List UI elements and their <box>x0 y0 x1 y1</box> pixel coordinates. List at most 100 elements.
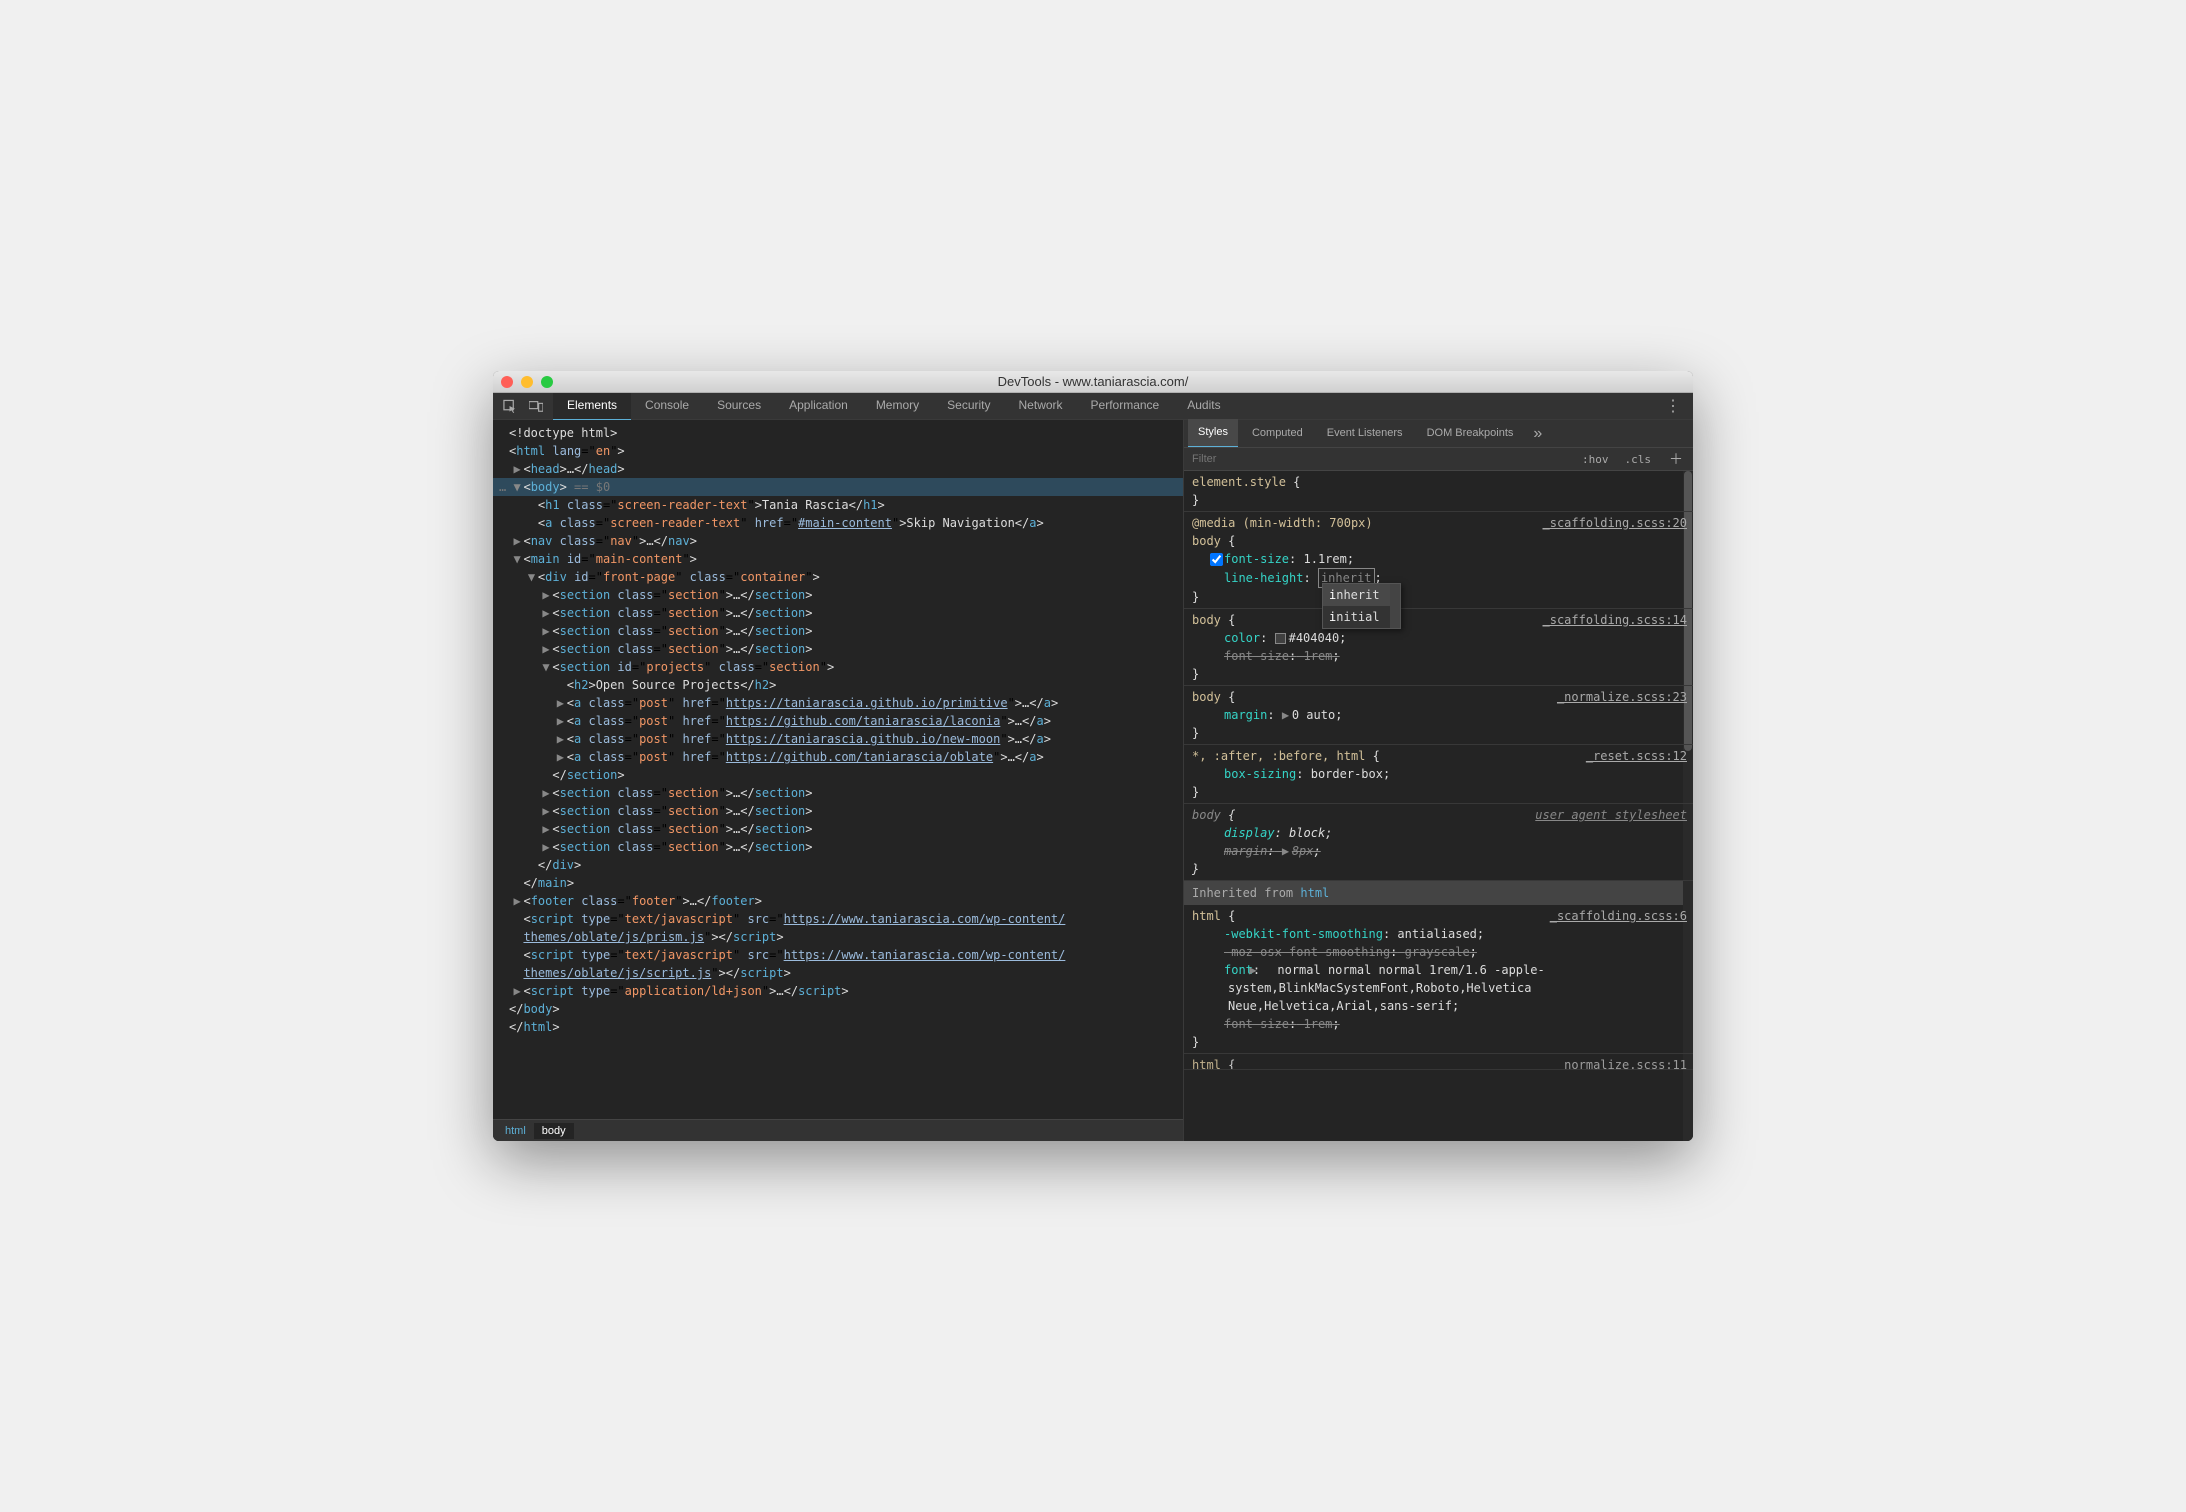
source-link[interactable]: _scaffolding.scss:6 <box>1550 907 1687 925</box>
color-swatch-icon[interactable] <box>1275 633 1286 644</box>
dom-line[interactable]: … ▼<body> == $0 <box>493 478 1183 496</box>
tab-audits[interactable]: Audits <box>1173 392 1234 421</box>
styles-pane[interactable]: element.style {}@media (min-width: 700px… <box>1184 471 1693 1141</box>
dom-line[interactable]: ▶<head>…</head> <box>493 460 1183 478</box>
sidebar-tab-event-listeners[interactable]: Event Listeners <box>1317 420 1413 447</box>
css-rule[interactable]: @media (min-width: 700px)body {font-size… <box>1184 512 1693 609</box>
tab-elements[interactable]: Elements <box>553 392 631 421</box>
dom-line[interactable]: ▶<a class="post" href="https://taniarasc… <box>493 694 1183 712</box>
tab-security[interactable]: Security <box>933 392 1004 421</box>
dom-line[interactable]: ▼<section id="projects" class="section"> <box>493 658 1183 676</box>
dom-line[interactable]: <h2>Open Source Projects</h2> <box>493 676 1183 694</box>
device-icon[interactable] <box>529 399 543 413</box>
dom-line[interactable]: </main> <box>493 874 1183 892</box>
dom-line[interactable]: <script type="text/javascript" src="http… <box>493 946 1183 964</box>
dom-line[interactable]: </div> <box>493 856 1183 874</box>
tab-sources[interactable]: Sources <box>703 392 775 421</box>
tab-network[interactable]: Network <box>1005 392 1077 421</box>
dom-line[interactable]: ▶<script type="application/ld+json">…</s… <box>493 982 1183 1000</box>
expand-icon[interactable]: ▶ <box>513 460 523 478</box>
zoom-icon[interactable] <box>541 376 553 388</box>
dom-line[interactable]: </html> <box>493 1018 1183 1036</box>
dom-line[interactable]: ▶<a class="post" href="https://github.co… <box>493 712 1183 730</box>
expand-icon[interactable]: ▶ <box>542 586 552 604</box>
dom-line[interactable]: ▶<section class="section">…</section> <box>493 802 1183 820</box>
tab-performance[interactable]: Performance <box>1077 392 1174 421</box>
dom-line[interactable]: ▶<a class="post" href="https://taniarasc… <box>493 730 1183 748</box>
css-rule[interactable]: html {-webkit-font-smoothing: antialiase… <box>1184 905 1693 1054</box>
dom-line[interactable]: ▼<main id="main-content"> <box>493 550 1183 568</box>
expand-icon[interactable]: ▼ <box>528 568 538 586</box>
cls-toggle[interactable]: .cls <box>1617 453 1660 466</box>
dom-line[interactable]: themes/oblate/js/script.js"></script> <box>493 964 1183 982</box>
dom-line[interactable]: <html lang="en"> <box>493 442 1183 460</box>
expand-shorthand-icon[interactable]: ▶ <box>1267 961 1277 979</box>
css-rule[interactable]: body {color: #404040;font-size: 1rem;}_s… <box>1184 609 1693 686</box>
expand-shorthand-icon[interactable]: ▶ <box>1282 842 1292 860</box>
source-link[interactable]: _reset.scss:12 <box>1586 747 1687 765</box>
suggestion-option[interactable]: inherit <box>1323 584 1400 606</box>
sidebar-tab-computed[interactable]: Computed <box>1242 420 1313 447</box>
source-link[interactable]: _scaffolding.scss:20 <box>1543 514 1688 532</box>
dom-line[interactable]: ▼<div id="front-page" class="container"> <box>493 568 1183 586</box>
source-link[interactable]: _scaffolding.scss:14 <box>1543 611 1688 629</box>
dom-line[interactable]: ▶<section class="section">…</section> <box>493 604 1183 622</box>
expand-icon[interactable]: ▼ <box>513 550 523 568</box>
expand-icon[interactable]: ▼ <box>513 478 523 496</box>
dom-line[interactable]: ▶<section class="section">…</section> <box>493 838 1183 856</box>
breadcrumb-html[interactable]: html <box>497 1123 534 1139</box>
expand-icon[interactable]: ▶ <box>513 982 523 1000</box>
hov-toggle[interactable]: :hov <box>1574 453 1617 466</box>
suggestion-option[interactable]: initial <box>1323 606 1400 628</box>
inspect-icon[interactable] <box>503 399 517 413</box>
dom-line[interactable]: ▶<section class="section">…</section> <box>493 622 1183 640</box>
autocomplete-popup[interactable]: inheritinitial <box>1322 583 1401 629</box>
expand-icon[interactable]: ▼ <box>542 658 552 676</box>
expand-icon[interactable]: ▶ <box>557 748 567 766</box>
dom-line[interactable]: <script type="text/javascript" src="http… <box>493 910 1183 928</box>
close-icon[interactable] <box>501 376 513 388</box>
expand-icon[interactable]: ▶ <box>513 532 523 550</box>
css-rule[interactable]: body {display: block;margin: ▶8px;}user … <box>1184 804 1693 881</box>
source-link[interactable]: _normalize.scss:23 <box>1557 688 1687 706</box>
dom-line[interactable]: ▶<a class="post" href="https://github.co… <box>493 748 1183 766</box>
dom-line[interactable]: <a class="screen-reader-text" href="#mai… <box>493 514 1183 532</box>
dom-line[interactable]: <!doctype html> <box>493 424 1183 442</box>
source-link[interactable]: user agent stylesheet <box>1535 806 1687 824</box>
dom-line[interactable]: ▶<section class="section">…</section> <box>493 784 1183 802</box>
expand-icon[interactable]: ▶ <box>542 604 552 622</box>
more-icon[interactable]: ⋮ <box>1653 396 1693 416</box>
dom-line[interactable]: <h1 class="screen-reader-text">Tania Ras… <box>493 496 1183 514</box>
dom-line[interactable]: </section> <box>493 766 1183 784</box>
styles-filter-input[interactable] <box>1184 453 1574 465</box>
css-rule[interactable]: element.style {} <box>1184 471 1693 512</box>
dom-line[interactable]: ▶<nav class="nav">…</nav> <box>493 532 1183 550</box>
css-rule[interactable]: html {}normalize.scss:11 <box>1184 1054 1693 1070</box>
minimize-icon[interactable] <box>521 376 533 388</box>
expand-shorthand-icon[interactable]: ▶ <box>1282 706 1292 724</box>
dom-line[interactable]: ▶<footer class="footer">…</footer> <box>493 892 1183 910</box>
more-tabs-icon[interactable]: » <box>1527 425 1548 443</box>
expand-icon[interactable]: ▶ <box>542 622 552 640</box>
source-link[interactable]: normalize.scss:11 <box>1564 1056 1687 1070</box>
suggest-scrollbar[interactable] <box>1390 584 1400 628</box>
expand-icon[interactable]: ▶ <box>542 784 552 802</box>
css-rule[interactable]: body {margin: ▶0 auto;}_normalize.scss:2… <box>1184 686 1693 745</box>
expand-icon[interactable]: ▶ <box>542 640 552 658</box>
dom-line[interactable]: themes/oblate/js/prism.js"></script> <box>493 928 1183 946</box>
dom-line[interactable]: ▶<section class="section">…</section> <box>493 820 1183 838</box>
dom-line[interactable]: ▶<section class="section">…</section> <box>493 586 1183 604</box>
breadcrumb-body[interactable]: body <box>534 1123 574 1139</box>
expand-icon[interactable]: ▶ <box>557 730 567 748</box>
new-rule-icon[interactable]: ＋ <box>1659 449 1693 469</box>
expand-icon[interactable]: ▶ <box>542 820 552 838</box>
tab-console[interactable]: Console <box>631 392 703 421</box>
property-checkbox[interactable] <box>1210 553 1223 566</box>
expand-icon[interactable]: ▶ <box>557 694 567 712</box>
expand-icon[interactable]: ▶ <box>542 802 552 820</box>
dom-tree[interactable]: <!doctype html><html lang="en"> ▶<head>…… <box>493 420 1183 1119</box>
sidebar-tab-dom-breakpoints[interactable]: DOM Breakpoints <box>1417 420 1524 447</box>
tab-memory[interactable]: Memory <box>862 392 933 421</box>
css-rule[interactable]: *, :after, :before, html {box-sizing: bo… <box>1184 745 1693 804</box>
dom-line[interactable]: ▶<section class="section">…</section> <box>493 640 1183 658</box>
